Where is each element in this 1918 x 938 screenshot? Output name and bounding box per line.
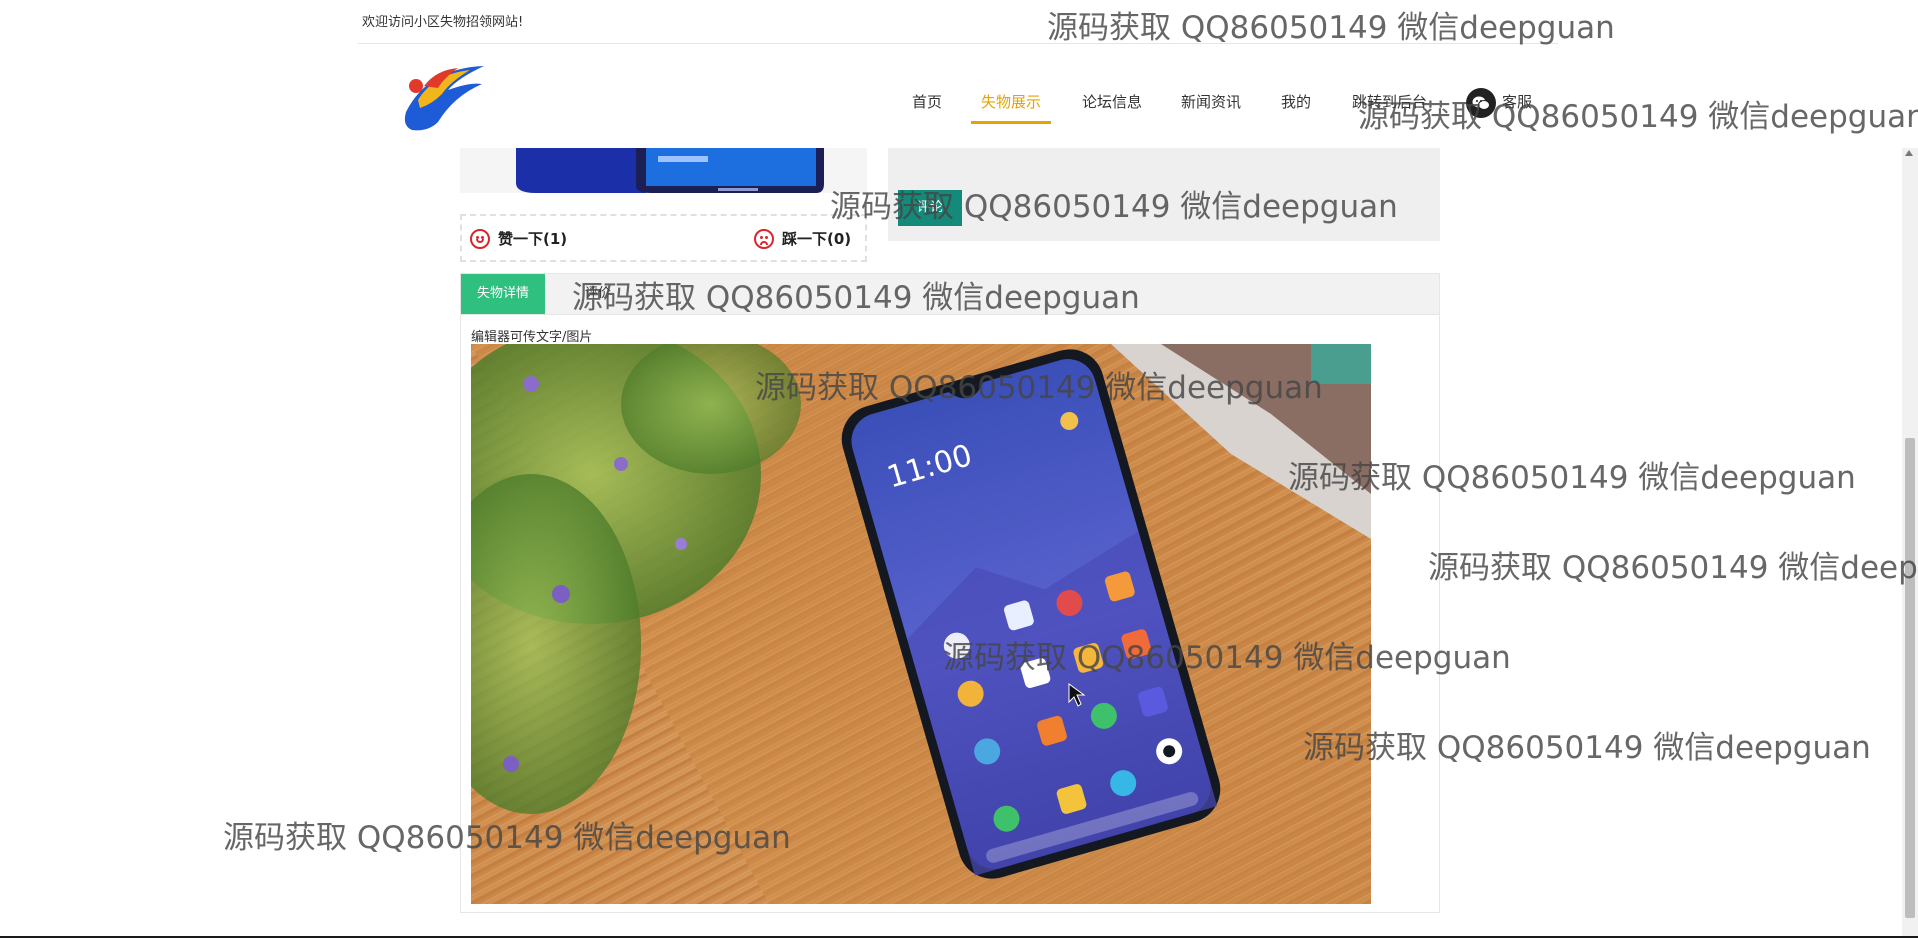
page-scrollbar[interactable]	[1902, 148, 1918, 938]
nav-customer-service[interactable]: 客服	[1502, 92, 1532, 132]
nav-admin[interactable]: 跳转到后台	[1352, 92, 1427, 132]
vote-box: 赞一下(1) 踩一下(0)	[460, 214, 867, 262]
like-button[interactable]: 赞一下(1)	[470, 228, 567, 249]
dislike-button[interactable]: 踩一下(0)	[754, 228, 851, 249]
welcome-text: 欢迎访问小区失物招领网站!	[362, 15, 524, 30]
dislike-label: 踩一下(0)	[782, 230, 852, 248]
main-navigation: 首页 失物展示 论坛信息 新闻资讯 我的 跳转到后台 客服	[0, 44, 1918, 148]
detail-image: 11:00	[471, 344, 1371, 904]
editor-note: 编辑器可传文字/图片	[471, 330, 593, 345]
like-label: 赞一下(1)	[498, 230, 568, 248]
scroll-thumb[interactable]	[1905, 438, 1915, 918]
phone-on-desk-image: 11:00	[471, 344, 1371, 904]
frown-icon	[754, 228, 774, 249]
wechat-icon[interactable]	[1466, 88, 1496, 118]
tab-reviews[interactable]: 评价	[569, 274, 627, 314]
top-bar: 欢迎访问小区失物招领网站!	[358, 0, 1558, 44]
detail-box: 失物详情 评价 编辑器可传文字/图片 11:00	[460, 273, 1440, 913]
tab-lost-item-detail[interactable]: 失物详情	[461, 274, 546, 314]
nav-forum[interactable]: 论坛信息	[1082, 92, 1142, 132]
comment-panel: 评论	[888, 148, 1440, 241]
nav-lost-items[interactable]: 失物展示	[970, 92, 1052, 132]
nav-news[interactable]: 新闻资讯	[1181, 92, 1241, 132]
smile-icon	[470, 228, 490, 249]
nav-mine[interactable]: 我的	[1281, 92, 1311, 132]
site-logo	[404, 66, 484, 131]
lost-item-photo	[460, 148, 867, 193]
scroll-up-arrow-icon[interactable]	[1905, 150, 1913, 156]
phone-photo-preview	[506, 148, 826, 193]
watermark: 源码获取 QQ86050149 微信deepguan	[1428, 550, 1918, 586]
comment-button[interactable]: 评论	[898, 190, 962, 226]
detail-tabs: 失物详情 评价	[461, 274, 1439, 315]
nav-home[interactable]: 首页	[912, 92, 942, 132]
